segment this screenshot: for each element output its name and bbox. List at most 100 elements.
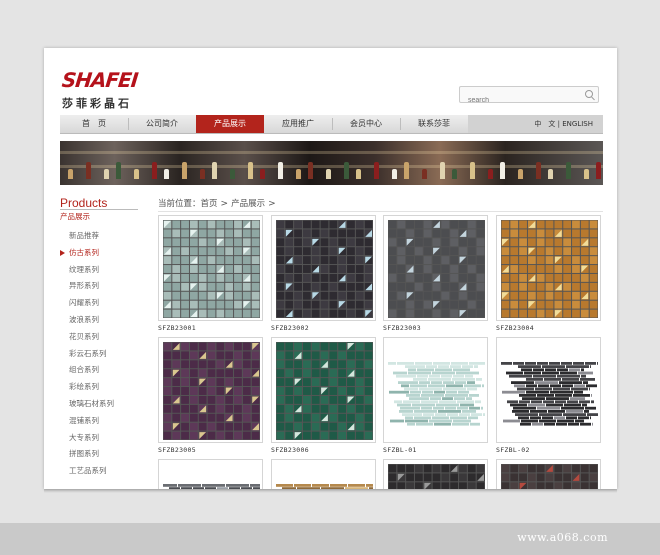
swatch-chip [364,360,373,369]
swatch-chip [406,247,414,256]
product-code[interactable]: SFZB23005 [158,446,196,454]
swatch-chip [181,220,189,229]
breadcrumb-current[interactable]: 产品展示 [231,199,265,209]
swatch-chip [501,482,510,489]
swatch-chip [225,291,234,300]
category-item[interactable]: 工艺品系列 [69,463,114,480]
swatch-chip [251,431,260,440]
swatch-strip [519,394,536,397]
swatch-chip [216,369,225,378]
nav-item-4[interactable]: 应用推广 [264,115,332,133]
category-item[interactable]: 波浪系列 [69,312,114,329]
nav-item-5[interactable]: 会员中心 [332,115,400,133]
product-code[interactable]: SFZBL-01 [383,446,417,454]
swatch-chip [172,387,181,395]
category-item[interactable]: 新品推荐 [69,228,114,245]
language-switch: 中 文 | ENGLISH [468,115,603,133]
category-label: 玻璃石材系列 [69,398,114,408]
product-code[interactable]: SFZB23004 [496,324,534,332]
swatch-chip [302,378,311,387]
swatch-chip [347,247,355,256]
category-item[interactable]: 异形系列 [69,278,114,295]
swatch-chip [172,247,181,256]
swatch-chip [242,431,251,440]
product-image[interactable] [271,337,376,443]
product-image[interactable] [158,337,263,443]
swatch-chip [216,247,225,256]
lang-separator: | [557,120,560,128]
product-code[interactable]: SFZB23006 [271,446,309,454]
swatch-strip [451,362,468,365]
category-item[interactable]: 拼图系列 [69,446,114,463]
swatch-chip [554,238,563,247]
product-image[interactable] [383,459,488,489]
swatch-strip [462,365,473,368]
category-item[interactable]: 花贝系列 [69,329,114,346]
swatch-strip [397,403,411,407]
swatch-strip [452,422,469,426]
product-code[interactable]: SFZB23001 [158,324,196,332]
product-image[interactable] [496,459,601,489]
category-item[interactable]: 大专系列 [69,430,114,447]
product-code[interactable]: SFZB23002 [271,324,309,332]
category-item[interactable]: 混铺系列 [69,413,114,430]
category-item[interactable]: 纹理系列 [69,262,114,279]
banner-bottle [86,162,91,179]
banner-bottle [584,169,589,179]
nav-item-3[interactable]: 产品展示 [196,115,264,133]
swatch-chip [320,291,329,300]
swatch-strip [475,400,481,404]
swatch-chip [355,369,364,378]
swatch-chip [163,422,172,431]
product-image[interactable] [158,215,263,321]
swatch-chip [276,309,285,318]
product-image[interactable] [496,215,601,321]
swatch-chip [234,309,242,318]
nav-item-1[interactable]: 首 页 [60,115,128,133]
swatch-chip [355,273,364,282]
swatch-chip [302,351,311,360]
swatch-chip [285,273,294,282]
swatch-strip [432,371,455,375]
sidebar-divider [60,209,138,210]
product-image[interactable] [271,459,376,489]
category-item[interactable]: 玻璃石材系列 [69,396,114,413]
banner-bottle [404,162,409,179]
swatch-chip [519,309,527,318]
swatch-chip [311,360,320,369]
nav-item-2[interactable]: 公司简介 [128,115,196,133]
product-image[interactable] [383,337,488,443]
swatch-chip [329,431,338,440]
product-image[interactable] [383,215,488,321]
swatch-chip [251,351,260,360]
category-item[interactable]: 仿古系列 [60,245,114,262]
search-icon[interactable] [585,90,593,98]
lang-chinese-link[interactable]: 中 文 [534,120,555,128]
swatch-chip [589,273,598,282]
swatch-chip [320,404,329,413]
product-code[interactable]: SFZBL-02 [496,446,530,454]
swatch-strip [526,390,549,394]
lang-english-link[interactable]: ENGLISH [562,120,593,128]
product-image[interactable] [496,337,601,443]
category-item[interactable]: 组合系列 [69,362,114,379]
category-item[interactable]: 彩云石系列 [69,346,114,363]
category-item[interactable]: 闪耀系列 [69,295,114,312]
swatch-strip [557,374,580,378]
product-image[interactable] [158,459,263,489]
swatch-strip [566,365,589,368]
swatch-chip [242,395,251,404]
nav-item-6[interactable]: 联系莎菲 [400,115,468,133]
swatch-chip [519,256,527,265]
swatch-chip [554,291,563,300]
swatch-chip [441,309,450,318]
product-code[interactable]: SFZB23003 [383,324,421,332]
swatch-chip [181,229,189,238]
search-input[interactable] [460,93,568,108]
swatch-chip [294,291,302,300]
category-item[interactable]: 彩绘系列 [69,379,114,396]
swatch-chip [329,238,338,247]
breadcrumb-home-link[interactable]: 首页 [201,199,218,209]
product-image[interactable] [271,215,376,321]
brand-logo[interactable]: SHAFEI 莎菲彩晶石 [61,68,139,111]
